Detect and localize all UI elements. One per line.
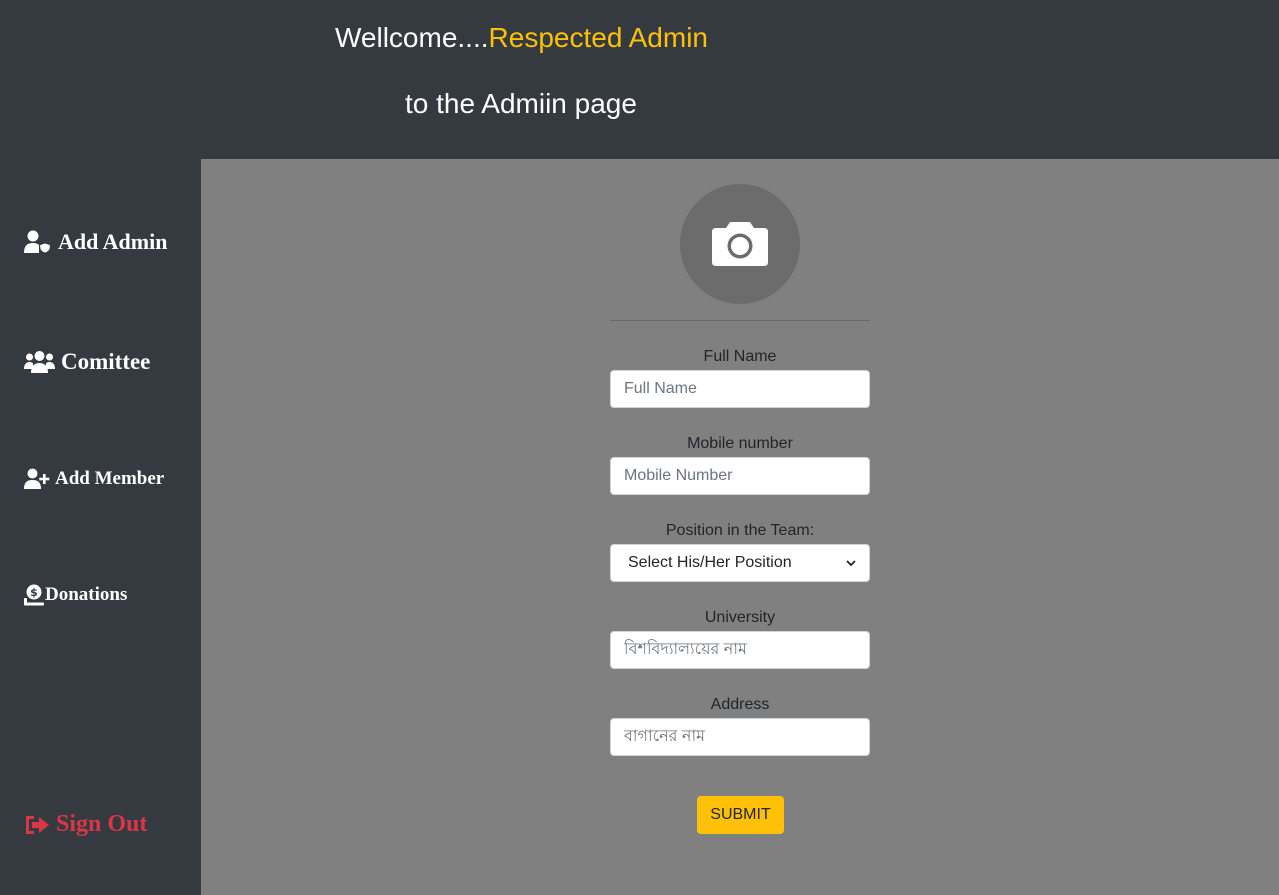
user-shield-icon	[24, 230, 52, 254]
sidebar-item-committee[interactable]: Comittee	[24, 349, 150, 375]
welcome-prefix: Wellcome....	[335, 22, 489, 53]
mobile-label: Mobile number	[687, 435, 793, 452]
sidebar-item-label: Add Admin	[58, 229, 168, 254]
welcome-heading: Wellcome....Respected Admin	[335, 22, 708, 54]
mobile-number-input[interactable]	[610, 457, 870, 495]
page-subtitle: to the Admiin page	[405, 88, 637, 119]
sign-out-icon	[24, 814, 50, 836]
sidebar: Add Admin Comittee Add Member $ Donation…	[0, 159, 201, 895]
chevron-down-icon	[846, 554, 856, 572]
sign-out-button[interactable]: Sign Out	[24, 811, 147, 838]
donate-icon: $	[24, 584, 44, 606]
full-name-label: Full Name	[703, 348, 777, 365]
position-select-value: Select His/Her Position	[628, 554, 792, 571]
sidebar-item-donations[interactable]: $ Donations	[24, 584, 127, 606]
welcome-accent: Respected Admin	[488, 22, 708, 53]
address-input[interactable]	[610, 718, 870, 756]
main-content: Full Name Mobile number Position in the …	[201, 159, 1279, 895]
sidebar-item-label: Comittee	[61, 349, 151, 374]
camera-icon	[712, 218, 768, 271]
users-icon	[24, 350, 55, 374]
submit-button[interactable]: SUBMIT	[697, 796, 784, 834]
user-plus-icon	[24, 468, 50, 490]
profile-photo-upload[interactable]	[680, 184, 800, 304]
sign-out-label: Sign Out	[56, 811, 148, 837]
sidebar-item-add-admin[interactable]: Add Admin	[24, 229, 167, 255]
sidebar-item-label: Add Member	[55, 468, 165, 489]
sidebar-item-label: Donations	[45, 584, 128, 605]
svg-text:$: $	[30, 586, 38, 599]
divider	[610, 320, 870, 321]
university-input[interactable]	[610, 631, 870, 669]
position-label: Position in the Team:	[665, 522, 815, 539]
full-name-input[interactable]	[610, 370, 870, 408]
position-select[interactable]: Select His/Her Position	[610, 544, 870, 582]
address-label: Address	[710, 696, 770, 713]
sidebar-item-add-member[interactable]: Add Member	[24, 468, 164, 490]
university-label: University	[704, 609, 776, 626]
page-header: Wellcome....Respected Admin to the Admii…	[0, 0, 1279, 159]
